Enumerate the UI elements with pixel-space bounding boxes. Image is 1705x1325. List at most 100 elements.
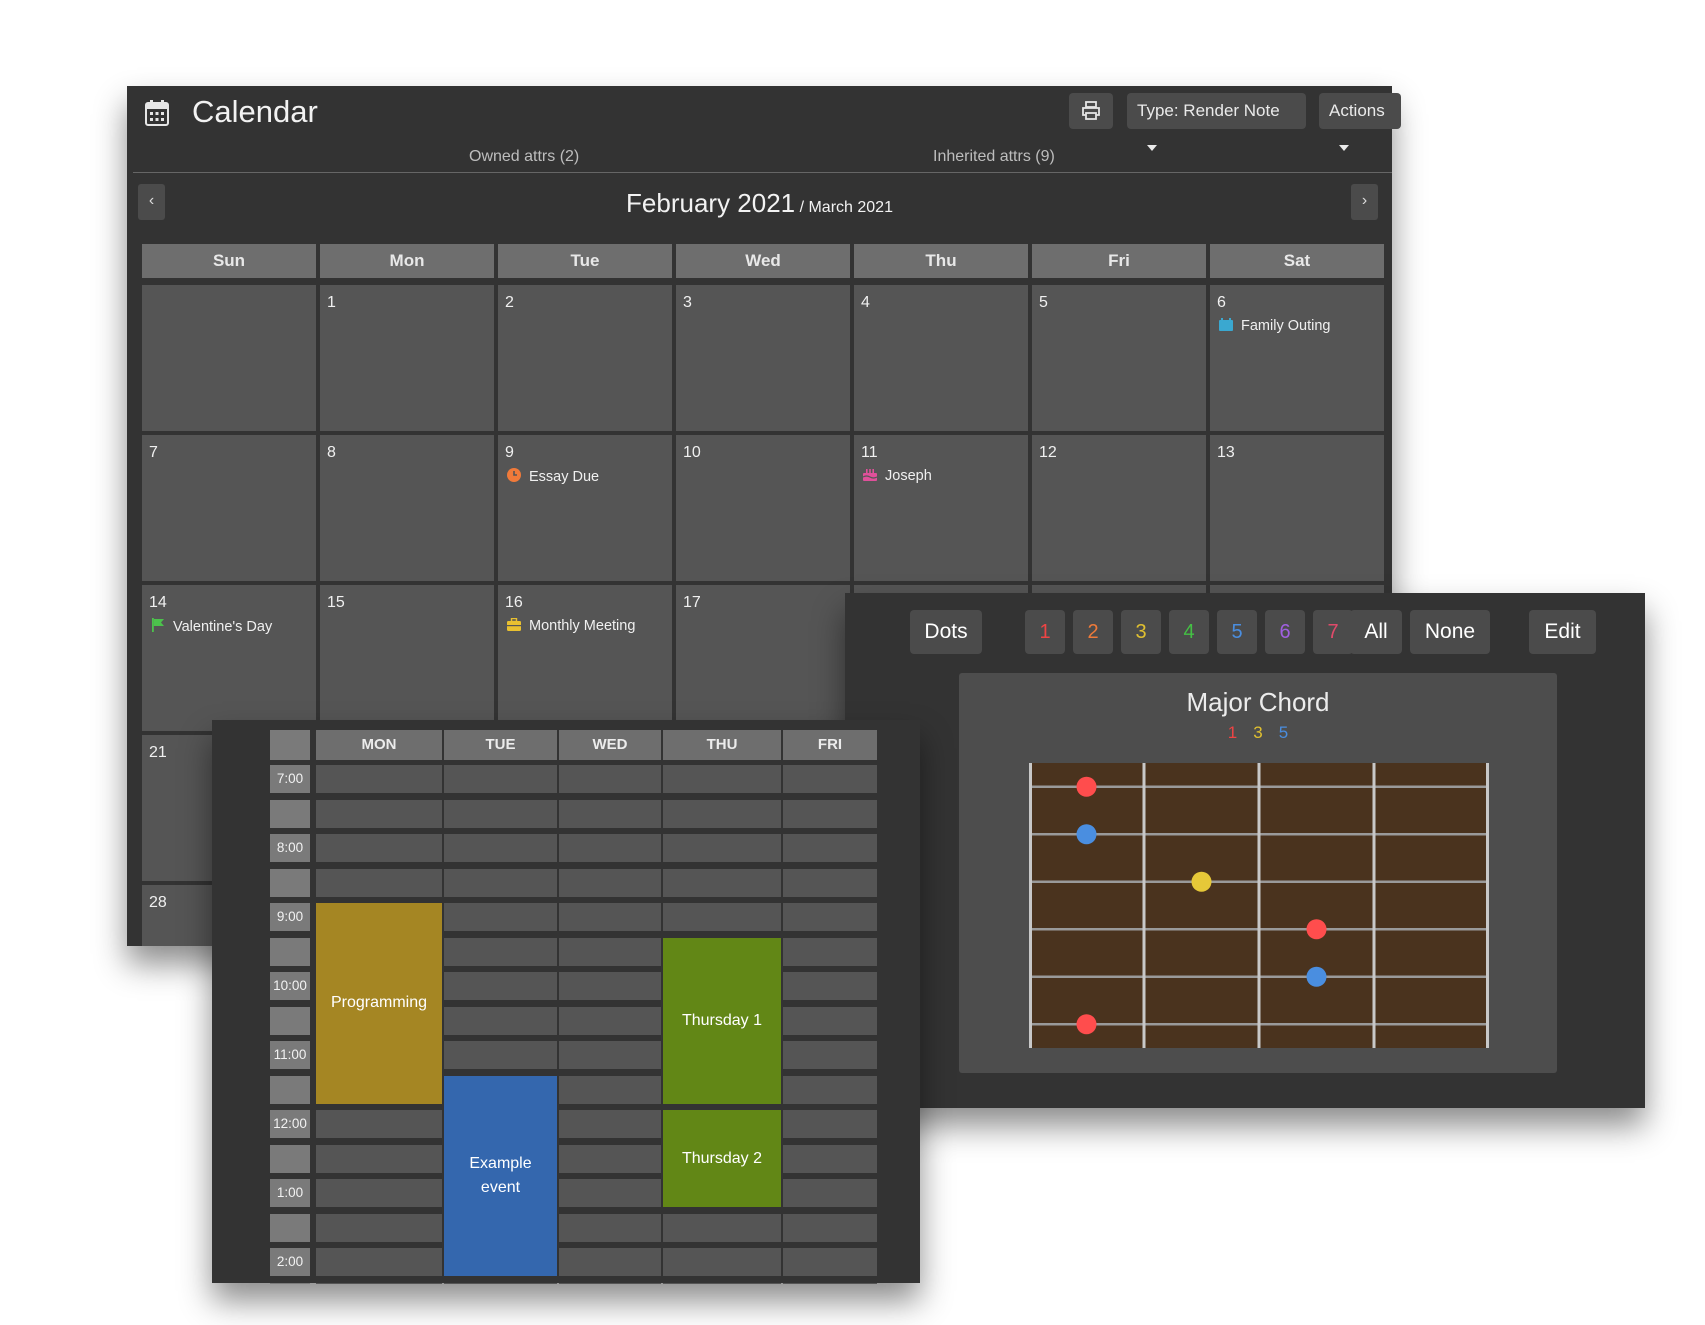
tab-inherited-attrs[interactable]: Inherited attrs (9) <box>933 148 1055 166</box>
time-slot-cell[interactable] <box>663 903 781 931</box>
schedule-event[interactable]: Thursday 2 <box>663 1110 781 1207</box>
degree-button-2[interactable]: 2 <box>1073 610 1113 654</box>
next-month-button[interactable]: › <box>1351 184 1378 220</box>
time-slot-cell[interactable] <box>783 972 877 1000</box>
time-slot-cell[interactable] <box>559 1282 661 1283</box>
time-slot-cell[interactable] <box>663 1282 781 1283</box>
day-cell[interactable]: 6 Family Outing <box>1210 285 1384 431</box>
time-slot-cell[interactable] <box>559 903 661 931</box>
schedule-event[interactable]: Programming <box>316 903 442 1104</box>
all-button[interactable]: All <box>1350 610 1402 654</box>
edit-button[interactable]: Edit <box>1529 610 1596 654</box>
degree-button-7[interactable]: 7 <box>1313 610 1353 654</box>
degree-button-5[interactable]: 5 <box>1217 610 1257 654</box>
actions-dropdown[interactable]: Actions <box>1319 93 1401 151</box>
time-slot-cell[interactable] <box>783 834 877 862</box>
time-slot-cell[interactable] <box>663 1213 781 1242</box>
time-slot-cell[interactable] <box>783 1248 877 1276</box>
day-cell[interactable]: 4 <box>854 285 1028 431</box>
schedule-event[interactable]: Thursday 1 <box>663 937 781 1104</box>
time-slot-cell[interactable] <box>783 1282 877 1283</box>
day-cell[interactable]: 13 <box>1210 435 1384 581</box>
time-slot-cell[interactable] <box>559 1248 661 1276</box>
time-slot-cell[interactable] <box>783 903 877 931</box>
time-slot-cell[interactable] <box>316 1110 442 1138</box>
time-slot-cell[interactable] <box>783 1075 877 1104</box>
time-slot-cell[interactable] <box>444 1041 557 1069</box>
time-slot-cell[interactable] <box>783 1144 877 1173</box>
day-cell[interactable]: 2 <box>498 285 672 431</box>
calendar-event[interactable]: Essay Due <box>507 468 599 485</box>
time-slot-cell[interactable] <box>444 765 557 793</box>
day-cell[interactable]: 11 Joseph <box>854 435 1028 581</box>
time-slot-cell[interactable] <box>444 937 557 966</box>
time-slot-cell[interactable] <box>559 1075 661 1104</box>
day-cell[interactable]: 15 <box>320 585 494 731</box>
day-cell[interactable]: 10 <box>676 435 850 581</box>
note-dot[interactable] <box>1076 776 1097 797</box>
time-slot-cell[interactable] <box>316 1213 442 1242</box>
dots-button[interactable]: Dots <box>910 610 982 654</box>
print-button[interactable] <box>1069 93 1113 129</box>
day-cell[interactable]: 12 <box>1032 435 1206 581</box>
time-slot-cell[interactable] <box>316 765 442 793</box>
time-slot-cell[interactable] <box>444 1006 557 1035</box>
time-slot-cell[interactable] <box>783 799 877 828</box>
note-dot[interactable] <box>1306 966 1327 987</box>
time-slot-cell[interactable] <box>783 1110 877 1138</box>
time-slot-cell[interactable] <box>559 799 661 828</box>
time-slot-cell[interactable] <box>663 834 781 862</box>
time-slot-cell[interactable] <box>783 1179 877 1207</box>
degree-button-6[interactable]: 6 <box>1265 610 1305 654</box>
note-dot[interactable] <box>1306 919 1327 940</box>
calendar-event[interactable]: Valentine's Day <box>151 618 272 635</box>
time-slot-cell[interactable] <box>559 834 661 862</box>
degree-button-4[interactable]: 4 <box>1169 610 1209 654</box>
degree-button-3[interactable]: 3 <box>1121 610 1161 654</box>
time-slot-cell[interactable] <box>559 1144 661 1173</box>
time-slot-cell[interactable] <box>559 937 661 966</box>
tab-owned-attrs[interactable]: Owned attrs (2) <box>469 148 579 166</box>
time-slot-cell[interactable] <box>559 765 661 793</box>
time-slot-cell[interactable] <box>444 834 557 862</box>
time-slot-cell[interactable] <box>559 972 661 1000</box>
day-cell[interactable]: 8 <box>320 435 494 581</box>
calendar-event[interactable]: Joseph <box>862 468 932 484</box>
time-slot-cell[interactable] <box>783 868 877 897</box>
note-dot[interactable] <box>1191 871 1212 892</box>
time-slot-cell[interactable] <box>316 1282 442 1283</box>
day-cell[interactable]: 9 Essay Due <box>498 435 672 581</box>
day-cell[interactable]: 5 <box>1032 285 1206 431</box>
time-slot-cell[interactable] <box>444 1282 557 1283</box>
day-cell[interactable]: 14 Valentine's Day <box>142 585 316 731</box>
time-slot-cell[interactable] <box>663 765 781 793</box>
time-slot-cell[interactable] <box>559 1213 661 1242</box>
type-dropdown[interactable]: Type: Render Note <box>1127 93 1306 151</box>
time-slot-cell[interactable] <box>559 1179 661 1207</box>
day-cell[interactable]: 3 <box>676 285 850 431</box>
time-slot-cell[interactable] <box>316 1248 442 1276</box>
time-slot-cell[interactable] <box>663 799 781 828</box>
note-dot[interactable] <box>1076 824 1097 845</box>
time-slot-cell[interactable] <box>559 1110 661 1138</box>
time-slot-cell[interactable] <box>783 765 877 793</box>
time-slot-cell[interactable] <box>559 1041 661 1069</box>
time-slot-cell[interactable] <box>559 1006 661 1035</box>
time-slot-cell[interactable] <box>316 1144 442 1173</box>
time-slot-cell[interactable] <box>663 868 781 897</box>
day-cell[interactable]: 1 <box>320 285 494 431</box>
time-slot-cell[interactable] <box>783 1006 877 1035</box>
time-slot-cell[interactable] <box>783 937 877 966</box>
time-slot-cell[interactable] <box>663 1248 781 1276</box>
time-slot-cell[interactable] <box>444 799 557 828</box>
day-cell[interactable]: 16 Monthly Meeting <box>498 585 672 731</box>
time-slot-cell[interactable] <box>783 1041 877 1069</box>
day-cell[interactable] <box>142 285 316 431</box>
time-slot-cell[interactable] <box>559 868 661 897</box>
time-slot-cell[interactable] <box>444 868 557 897</box>
time-slot-cell[interactable] <box>316 834 442 862</box>
time-slot-cell[interactable] <box>316 868 442 897</box>
note-dot[interactable] <box>1076 1014 1097 1035</box>
calendar-event[interactable]: Monthly Meeting <box>507 617 635 634</box>
time-slot-cell[interactable] <box>783 1213 877 1242</box>
